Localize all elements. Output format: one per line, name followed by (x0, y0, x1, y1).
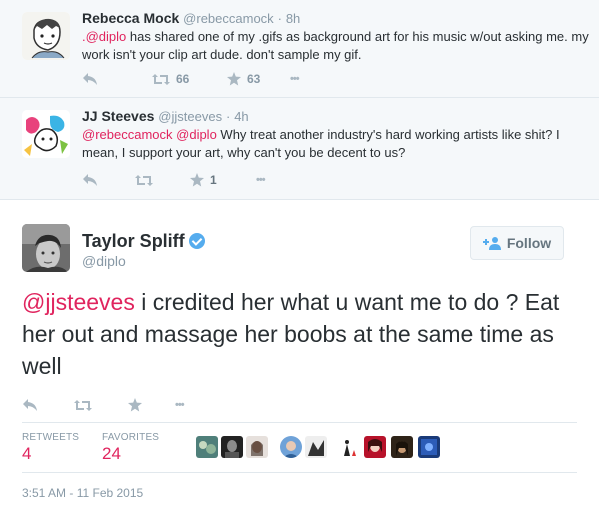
more-button[interactable]: ••• (175, 395, 185, 415)
retweets-label[interactable]: RETWEETS (22, 432, 79, 443)
retweet-button[interactable] (74, 395, 92, 415)
follow-button[interactable]: Follow (470, 226, 564, 260)
reply-button[interactable] (82, 170, 98, 190)
more-icon: ••• (290, 73, 300, 85)
favoriter-avatar[interactable] (418, 436, 440, 458)
tweet-text: @rebeccamock @diplo Why treat another in… (82, 126, 592, 162)
tweet-time[interactable]: 8h (286, 11, 300, 26)
tweet-text: .@diplo has shared one of my .gifs as ba… (82, 28, 592, 64)
stats-divider-top (22, 422, 577, 423)
avatar-rebecca-mock[interactable] (22, 12, 70, 60)
favorites-count[interactable]: 24 (102, 444, 121, 464)
reply-icon (83, 174, 97, 186)
mention-link[interactable]: @diplo (176, 127, 217, 142)
avatar-taylor-spliff[interactable] (22, 224, 70, 272)
favoriter-avatar[interactable] (280, 436, 302, 458)
favoriter-avatar[interactable] (391, 436, 413, 458)
stats-divider-bottom (22, 472, 577, 473)
author-name[interactable]: JJ Steeves (82, 108, 154, 124)
tweet-header: JJ Steeves @jjsteeves · 4h (82, 107, 249, 126)
retweet-button[interactable]: 66 (152, 69, 189, 89)
main-tweet-text: @jjsteeves i credited her what u want me… (22, 286, 582, 382)
favorite-button[interactable] (128, 395, 142, 415)
retweet-button[interactable] (135, 170, 159, 190)
favoriter-avatar[interactable] (196, 436, 218, 458)
tweet-timestamp[interactable]: 3:51 AM - 11 Feb 2015 (22, 486, 143, 500)
author-name[interactable]: Taylor Spliff (82, 230, 205, 252)
follow-button-label: Follow (506, 235, 552, 251)
reply-icon (23, 399, 37, 411)
mention-link[interactable]: @rebeccamock (82, 127, 173, 142)
favoriter-avatar[interactable] (305, 436, 327, 458)
author-name[interactable]: Rebecca Mock (82, 10, 179, 26)
conversation-thread: Rebecca Mock @rebeccamock · 8h .@diplo h… (0, 0, 599, 200)
star-icon (227, 72, 241, 86)
favorite-button[interactable]: 1 (190, 170, 217, 190)
reply-button[interactable] (82, 69, 98, 89)
star-icon (190, 173, 204, 187)
star-icon (128, 398, 142, 412)
tweet-actions: 66 63 ••• (82, 69, 382, 89)
tweet-jj-steeves[interactable]: JJ Steeves @jjsteeves · 4h @rebeccamock … (0, 98, 599, 200)
tweet-text-body: has shared one of my .gifs as background… (82, 29, 589, 62)
favoriter-avatar[interactable] (338, 436, 360, 458)
more-button[interactable]: ••• (290, 69, 300, 89)
avatar-jj-steeves[interactable] (22, 110, 70, 158)
favorite-button[interactable]: 63 (227, 69, 260, 89)
favoriter-avatar[interactable] (221, 436, 243, 458)
tweet-header: Rebecca Mock @rebeccamock · 8h (82, 9, 300, 28)
retweet-icon (74, 399, 92, 411)
favoriter-avatar[interactable] (246, 436, 268, 458)
main-tweet-actions: ••• (22, 395, 322, 415)
favorite-count: 63 (247, 72, 261, 86)
retweet-icon (135, 174, 153, 186)
tweet-actions: 1 ••• (82, 170, 382, 190)
favorites-label[interactable]: FAVORITES (102, 432, 159, 443)
time-separator: · (225, 109, 231, 124)
reply-icon (83, 73, 97, 85)
more-button[interactable]: ••• (256, 170, 266, 190)
mention-link[interactable]: @jjsteeves (22, 289, 135, 315)
verified-badge-icon (188, 233, 205, 249)
reply-button[interactable] (22, 395, 38, 415)
favorite-count: 1 (210, 173, 217, 187)
author-name-text[interactable]: Taylor Spliff (82, 231, 185, 251)
tweet-rebecca-mock[interactable]: Rebecca Mock @rebeccamock · 8h .@diplo h… (0, 0, 599, 97)
follow-user-icon (482, 237, 501, 250)
author-handle[interactable]: @diplo (82, 253, 126, 269)
retweet-count: 66 (176, 72, 190, 86)
tweet-time[interactable]: 4h (234, 109, 248, 124)
favoriter-avatar[interactable] (364, 436, 386, 458)
time-separator: · (277, 11, 282, 26)
mention-link[interactable]: .@diplo (82, 29, 126, 44)
retweet-icon (152, 73, 170, 85)
more-icon: ••• (256, 174, 266, 186)
retweets-count[interactable]: 4 (22, 444, 31, 464)
author-handle[interactable]: @jjsteeves (158, 109, 222, 124)
author-handle[interactable]: @rebeccamock (183, 11, 274, 26)
more-icon: ••• (175, 399, 185, 411)
